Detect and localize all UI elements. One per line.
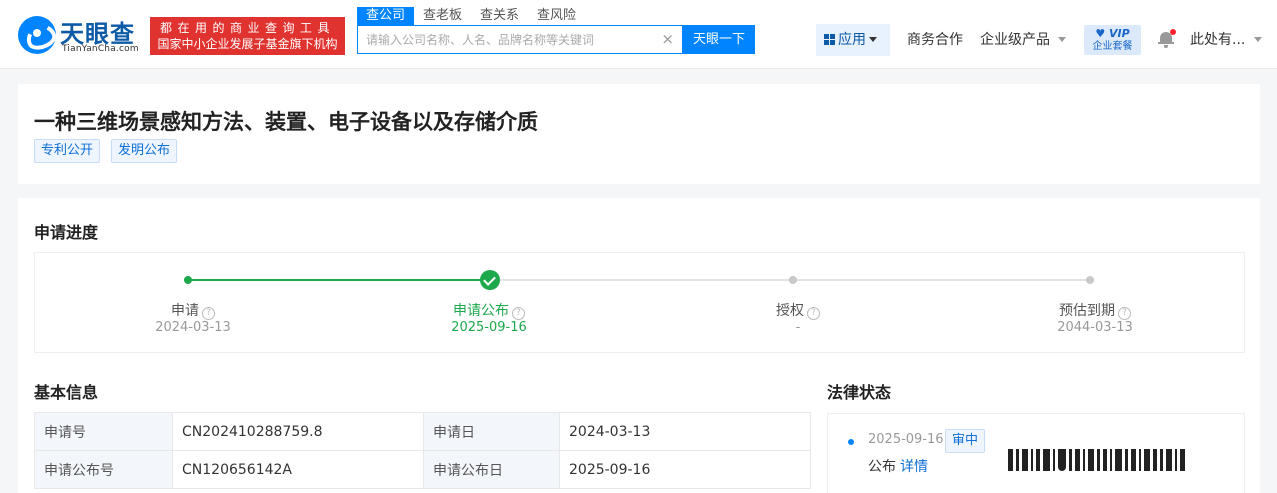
vip-subtext: 企业套餐	[1092, 41, 1133, 52]
table-value: CN120656142A	[172, 450, 424, 489]
timeline-dot	[848, 439, 854, 445]
step-date-apply: 2024-03-13	[155, 320, 231, 335]
page-title: 一种三维场景感知方法、装置、电子设备以及存储介质	[34, 110, 538, 134]
slogan-line-2: 国家中小企业发展子基金旗下机构	[157, 37, 338, 51]
progress-heading: 申请进度	[34, 223, 99, 242]
table-key: 申请公布日	[423, 450, 560, 489]
search-box: ×	[357, 25, 683, 54]
basic-info-table: 申请号 CN202410288759.8 申请日 2024-03-13 申请公布…	[34, 412, 811, 489]
caret-down-icon	[1058, 37, 1066, 42]
step-dot-grant	[789, 276, 797, 284]
patent-title-card: 一种三维场景感知方法、装置、电子设备以及存储介质 专利公开 发明公布	[18, 84, 1260, 184]
table-key: 申请号	[34, 412, 173, 451]
table-value: CN202410288759.8	[172, 412, 424, 451]
tab-relation[interactable]: 查关系	[471, 7, 528, 26]
step-date-publish: 2025-09-16	[451, 320, 527, 335]
details-link[interactable]: 详情	[900, 459, 928, 475]
patent-detail-card: 申请进度 申请? 2024-03-13 申请公布? 2025-09-16 授权?…	[18, 198, 1260, 493]
user-name: 此处有...	[1190, 32, 1246, 48]
legal-status-heading: 法律状态	[827, 383, 892, 402]
table-value: 2025-09-16	[559, 450, 811, 489]
slogan-banner: 都在用的商业查询工具 国家中小企业发展子基金旗下机构	[150, 17, 345, 55]
user-menu[interactable]: 此处有...	[1190, 24, 1263, 56]
legal-status-list: 2025-09-16 审中 公布 详情	[827, 413, 1245, 493]
help-icon[interactable]: ?	[202, 307, 215, 320]
table-row: 申请号 CN202410288759.8 申请日 2024-03-13	[34, 412, 811, 451]
apps-label: 应用	[838, 32, 866, 48]
table-key: 申请公布号	[34, 450, 173, 489]
table-key: 申请日	[423, 412, 560, 451]
step-dot-apply	[184, 276, 192, 284]
help-icon[interactable]: ?	[512, 307, 525, 320]
top-header: 天眼查 TianYanCha.com 都在用的商业查询工具 国家中小企业发展子基…	[0, 0, 1277, 69]
logo-icon	[18, 16, 56, 54]
apps-menu[interactable]: 应用	[816, 24, 890, 56]
tag-invention-publish: 发明公布	[111, 139, 178, 163]
progress-timeline: 申请? 2024-03-13 申请公布? 2025-09-16 授权? - 预估…	[34, 252, 1245, 353]
nav-business[interactable]: 商务合作	[907, 24, 963, 56]
clear-icon[interactable]: ×	[661, 31, 674, 47]
help-icon[interactable]: ?	[1118, 307, 1131, 320]
check-icon	[480, 270, 500, 290]
tab-risk[interactable]: 查风险	[528, 7, 585, 26]
vip-text: VIP	[1109, 27, 1130, 40]
step-date-expire: 2044-03-13	[1057, 320, 1133, 335]
caret-down-icon	[1254, 37, 1263, 42]
basic-info-heading: 基本信息	[34, 383, 99, 402]
table-value: 2024-03-13	[559, 412, 811, 451]
legal-date: 2025-09-16	[868, 432, 944, 447]
apps-grid-icon	[824, 34, 835, 45]
search-tabs: 查公司 查老板 查关系 查风险	[357, 7, 585, 26]
step-label-publish: 申请公布?	[409, 300, 569, 320]
status-badge: 审中	[945, 429, 986, 453]
legal-text: 公布 详情	[868, 456, 928, 476]
nav-enterprise-label: 企业级产品	[980, 32, 1050, 48]
site-logo[interactable]: 天眼查 TianYanCha.com	[18, 14, 144, 54]
search-button[interactable]: 天眼一下	[683, 25, 755, 54]
legal-event: 公布	[868, 459, 896, 475]
tab-company[interactable]: 查公司	[357, 7, 415, 26]
help-icon[interactable]: ?	[807, 307, 820, 320]
notification-dot	[1170, 29, 1176, 35]
bell-icon[interactable]	[1158, 29, 1176, 48]
slogan-line-1: 都在用的商业查询工具	[159, 21, 335, 35]
step-label-expire: 预估到期?	[1015, 300, 1175, 320]
nav-enterprise[interactable]: 企业级产品	[980, 24, 1066, 56]
search-input[interactable]	[358, 26, 653, 53]
table-row: 申请公布号 CN120656142A 申请公布日 2025-09-16	[34, 450, 811, 489]
vip-button[interactable]: ♥ VIP 企业套餐	[1084, 25, 1141, 55]
tag-patent-public: 专利公开	[34, 139, 101, 163]
logo-domain: TianYanCha.com	[62, 44, 139, 54]
tab-boss[interactable]: 查老板	[414, 7, 471, 26]
step-date-grant: -	[795, 320, 801, 335]
vip-label: ♥ VIP	[1095, 27, 1130, 40]
caret-down-icon	[869, 37, 877, 42]
step-label-grant: 授权?	[718, 300, 878, 320]
step-dot-expire	[1086, 276, 1094, 284]
progress-line-done	[188, 279, 490, 281]
step-label-apply: 申请?	[113, 300, 273, 320]
barcode-image	[1008, 448, 1233, 472]
